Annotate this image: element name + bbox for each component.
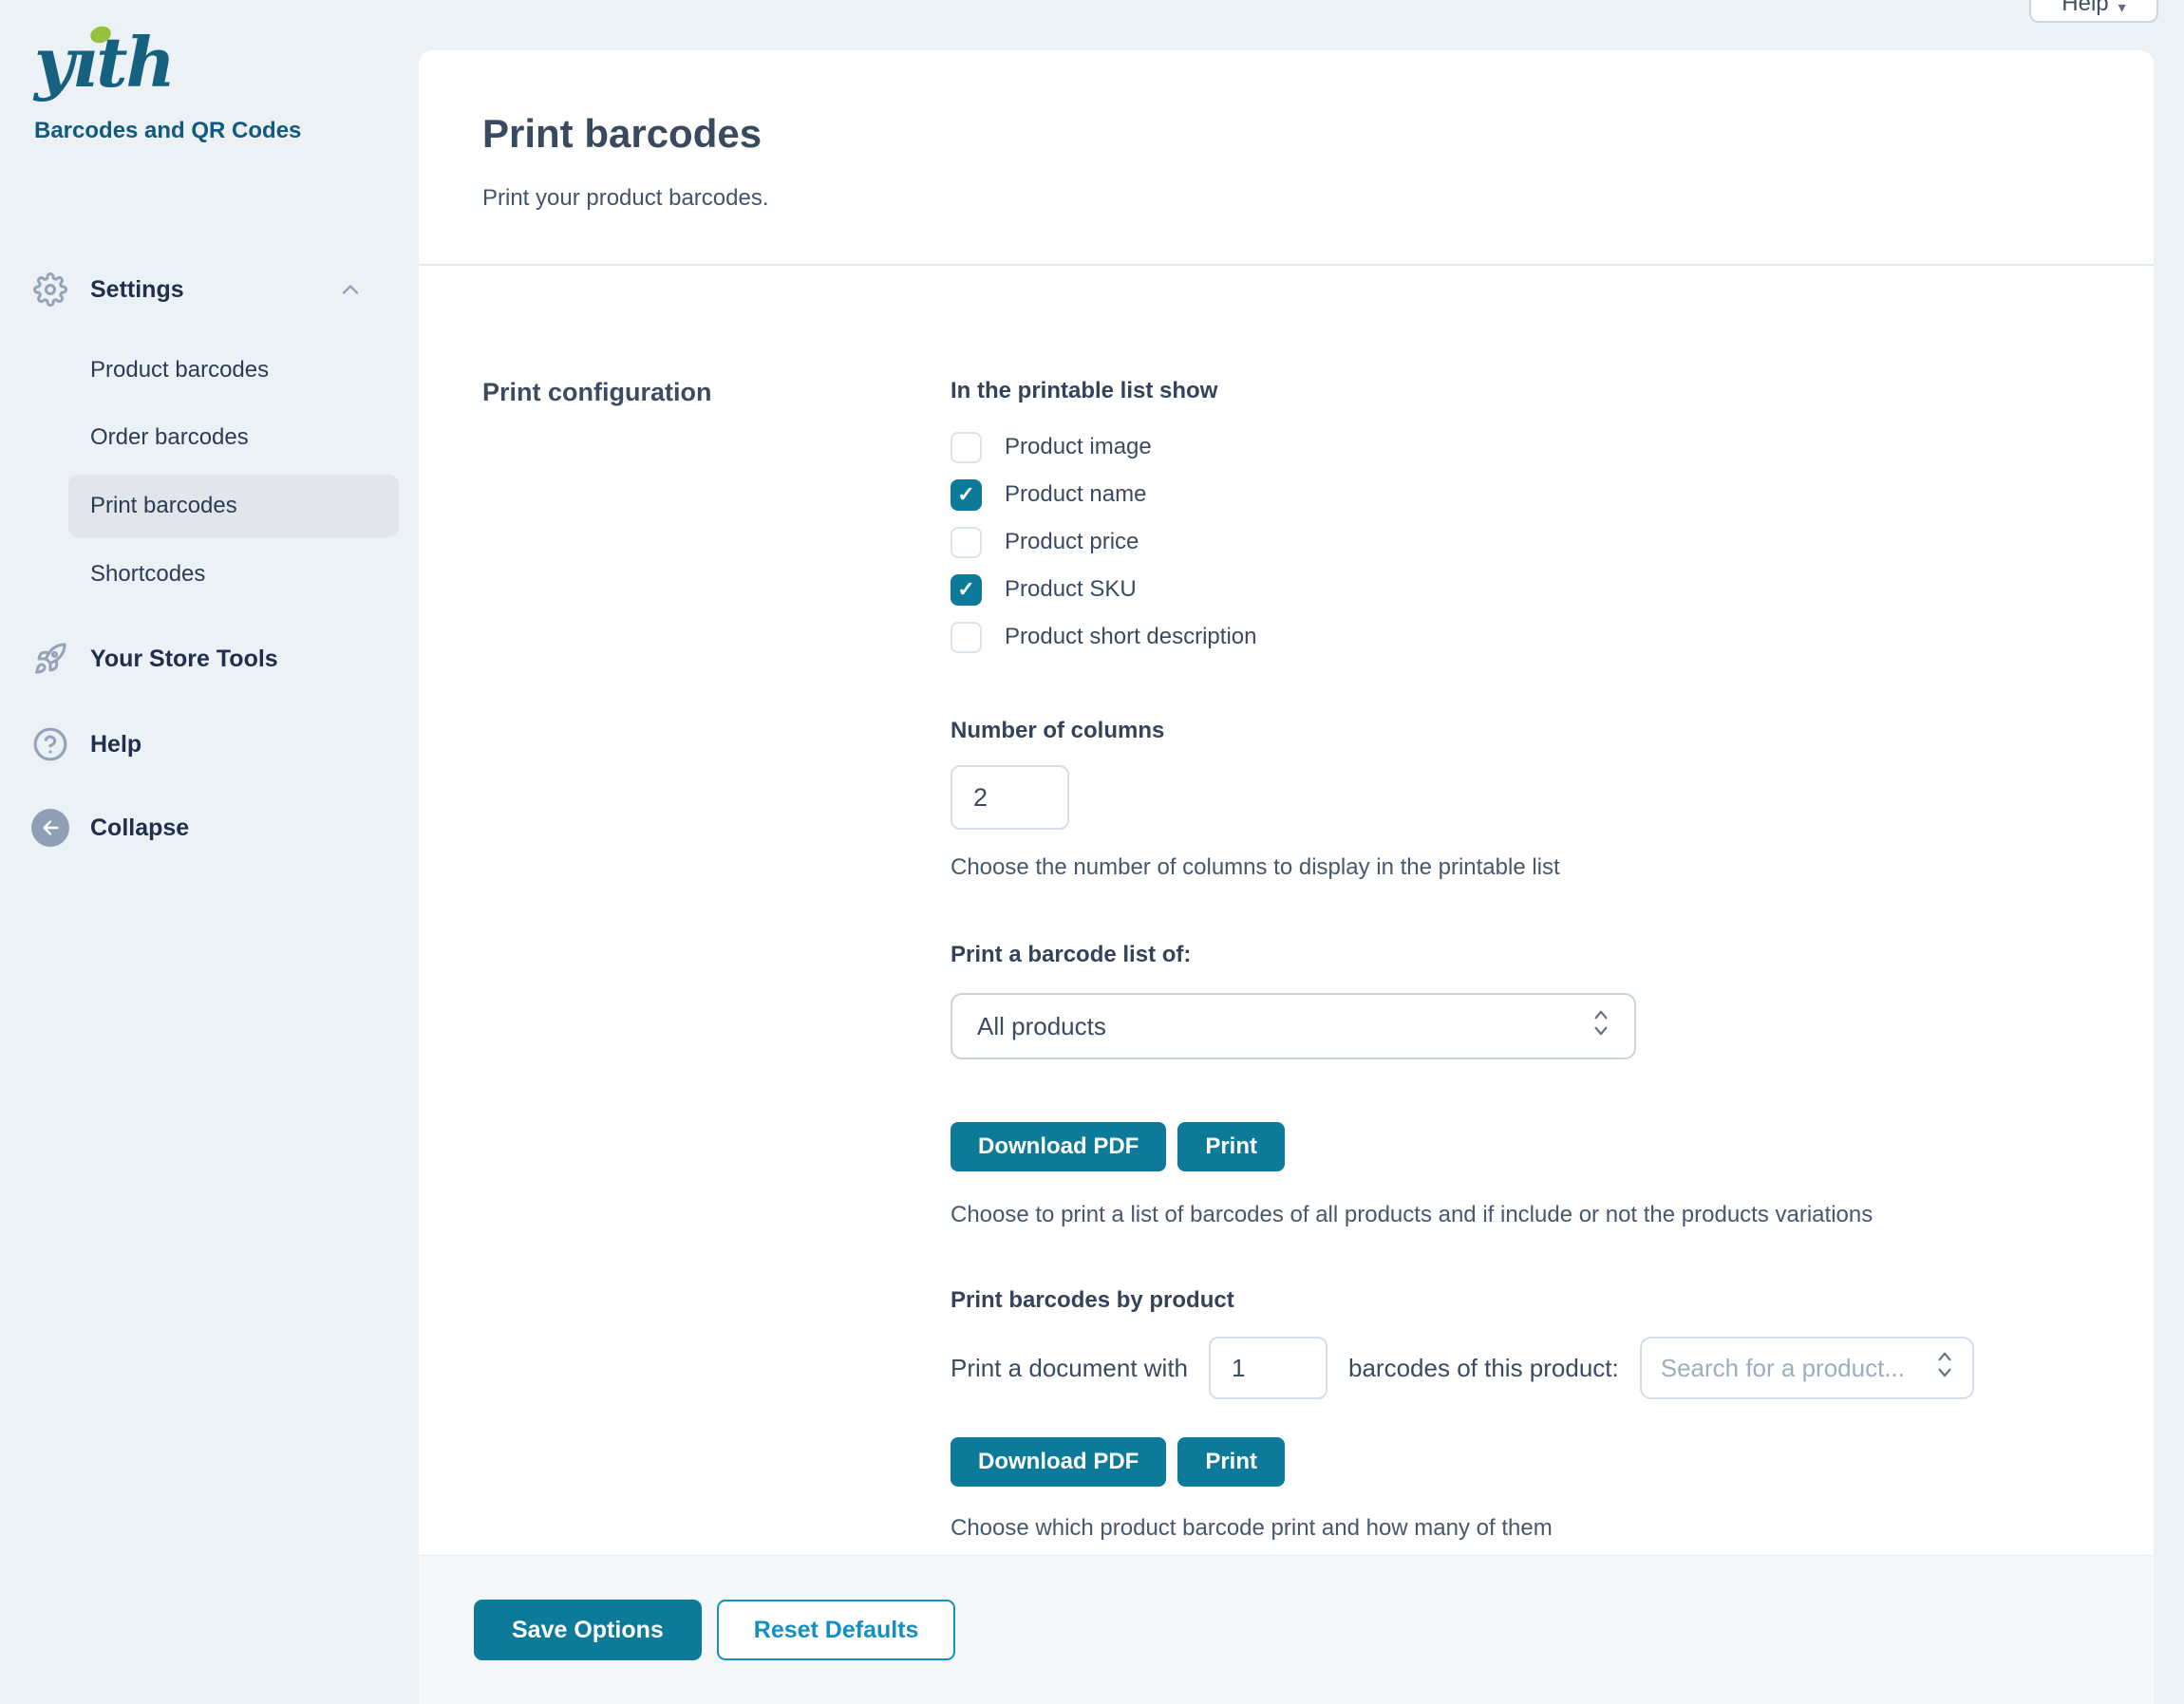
help-circle-icon bbox=[31, 725, 69, 763]
checkbox-product-name[interactable] bbox=[951, 479, 982, 511]
collapse-arrow-icon bbox=[31, 809, 69, 847]
reset-defaults-button[interactable]: Reset Defaults bbox=[717, 1600, 956, 1660]
checkbox-label: Product short description bbox=[1005, 624, 1256, 650]
quantity-input[interactable] bbox=[1209, 1337, 1327, 1399]
page-subtitle: Print your product barcodes. bbox=[482, 185, 2154, 212]
sidebar-item-your-store-tools[interactable]: Your Store Tools bbox=[0, 632, 419, 685]
chevron-down-icon: ▾ bbox=[2118, 0, 2126, 17]
sidebar-item-label: Settings bbox=[90, 276, 184, 304]
sidebar-item-settings[interactable]: Settings bbox=[0, 263, 419, 316]
sidebar-collapse[interactable]: Collapse bbox=[0, 801, 419, 854]
save-options-button[interactable]: Save Options bbox=[474, 1600, 702, 1660]
sidebar-item-print-barcodes[interactable]: Print barcodes bbox=[68, 475, 399, 537]
checkbox-product-image[interactable] bbox=[951, 432, 982, 463]
sidebar-item-label: Your Store Tools bbox=[90, 646, 278, 673]
columns-label: Number of columns bbox=[951, 718, 2154, 744]
sidebar-item-help[interactable]: Help bbox=[0, 718, 419, 771]
help-dropdown-button[interactable]: Help ▾ bbox=[2029, 0, 2158, 23]
sidebar-item-shortcodes[interactable]: Shortcodes bbox=[68, 543, 399, 606]
by-product-row: Print a document with barcodes of this p… bbox=[951, 1337, 2154, 1399]
gear-icon bbox=[31, 271, 69, 309]
barcode-list-actions: Download PDF Print bbox=[951, 1122, 2154, 1171]
by-product-help: Choose which product barcode print and h… bbox=[951, 1515, 2154, 1542]
checkbox-product-price[interactable] bbox=[951, 527, 982, 558]
subnav-label: Product barcodes bbox=[68, 357, 269, 384]
page-title: Print barcodes bbox=[482, 111, 2154, 157]
product-search-select[interactable]: Search for a product... bbox=[1640, 1337, 1974, 1399]
checkbox-label: Product SKU bbox=[1005, 576, 1137, 603]
checkbox-row-product-sku[interactable]: Product SKU bbox=[951, 566, 2154, 613]
checkbox-row-product-image[interactable]: Product image bbox=[951, 423, 2154, 471]
panel-header: Print barcodes Print your product barcod… bbox=[419, 50, 2154, 266]
checkbox-label: Product price bbox=[1005, 529, 1139, 555]
panel-footer: Save Options Reset Defaults bbox=[419, 1555, 2154, 1704]
barcode-list-select[interactable]: All products bbox=[951, 993, 1636, 1059]
by-product-label: Print barcodes by product bbox=[951, 1287, 2154, 1314]
plugin-name: Barcodes and QR Codes bbox=[34, 118, 301, 144]
selected-option: All products bbox=[977, 1012, 1106, 1041]
rocket-icon bbox=[31, 640, 69, 678]
subnav-label: Shortcodes bbox=[68, 561, 205, 588]
checkbox-label: Product image bbox=[1005, 434, 1152, 460]
product-search-placeholder: Search for a product... bbox=[1661, 1354, 1905, 1383]
section-title: Print configuration bbox=[482, 378, 951, 407]
subnav-label: Print barcodes bbox=[68, 493, 237, 519]
checkbox-product-sku[interactable] bbox=[951, 574, 982, 606]
checkbox-row-product-price[interactable]: Product price bbox=[951, 518, 2154, 566]
checkbox-row-product-short-description[interactable]: Product short description bbox=[951, 613, 2154, 661]
download-pdf-button[interactable]: Download PDF bbox=[951, 1437, 1166, 1487]
select-updown-icon bbox=[1932, 1349, 1957, 1388]
by-product-prefix: Print a document with bbox=[951, 1354, 1188, 1383]
download-pdf-button[interactable]: Download PDF bbox=[951, 1122, 1166, 1171]
columns-help: Choose the number of columns to display … bbox=[951, 854, 2154, 881]
sidebar: yıth Barcodes and QR Codes Settings Prod… bbox=[0, 0, 419, 1704]
barcode-list-label: Print a barcode list of: bbox=[951, 942, 2154, 968]
by-product-actions: Download PDF Print bbox=[951, 1437, 2154, 1487]
sidebar-item-label: Collapse bbox=[90, 815, 189, 842]
print-button[interactable]: Print bbox=[1177, 1122, 1285, 1171]
by-product-middle: barcodes of this product: bbox=[1348, 1354, 1619, 1383]
select-updown-icon bbox=[1589, 1007, 1613, 1046]
yith-logo: yıth Barcodes and QR Codes bbox=[34, 28, 301, 144]
checkbox-row-product-name[interactable]: Product name bbox=[951, 471, 2154, 518]
subnav-label: Order barcodes bbox=[68, 424, 249, 451]
sidebar-item-product-barcodes[interactable]: Product barcodes bbox=[68, 339, 399, 402]
barcode-list-help: Choose to print a list of barcodes of al… bbox=[951, 1202, 2154, 1228]
checkbox-product-short-description[interactable] bbox=[951, 622, 982, 653]
settings-panel: Print barcodes Print your product barcod… bbox=[419, 50, 2154, 1555]
sidebar-item-order-barcodes[interactable]: Order barcodes bbox=[68, 406, 399, 469]
chevron-up-icon bbox=[337, 276, 364, 303]
print-button[interactable]: Print bbox=[1177, 1437, 1285, 1487]
sidebar-item-label: Help bbox=[90, 731, 141, 758]
columns-input[interactable] bbox=[951, 765, 1069, 830]
help-button-label: Help bbox=[2062, 0, 2108, 17]
printable-list-options: Product image Product name Product price… bbox=[951, 423, 2154, 661]
printable-list-label: In the printable list show bbox=[951, 378, 2154, 404]
yith-logo-text: yıth bbox=[34, 28, 301, 97]
checkbox-label: Product name bbox=[1005, 481, 1146, 508]
